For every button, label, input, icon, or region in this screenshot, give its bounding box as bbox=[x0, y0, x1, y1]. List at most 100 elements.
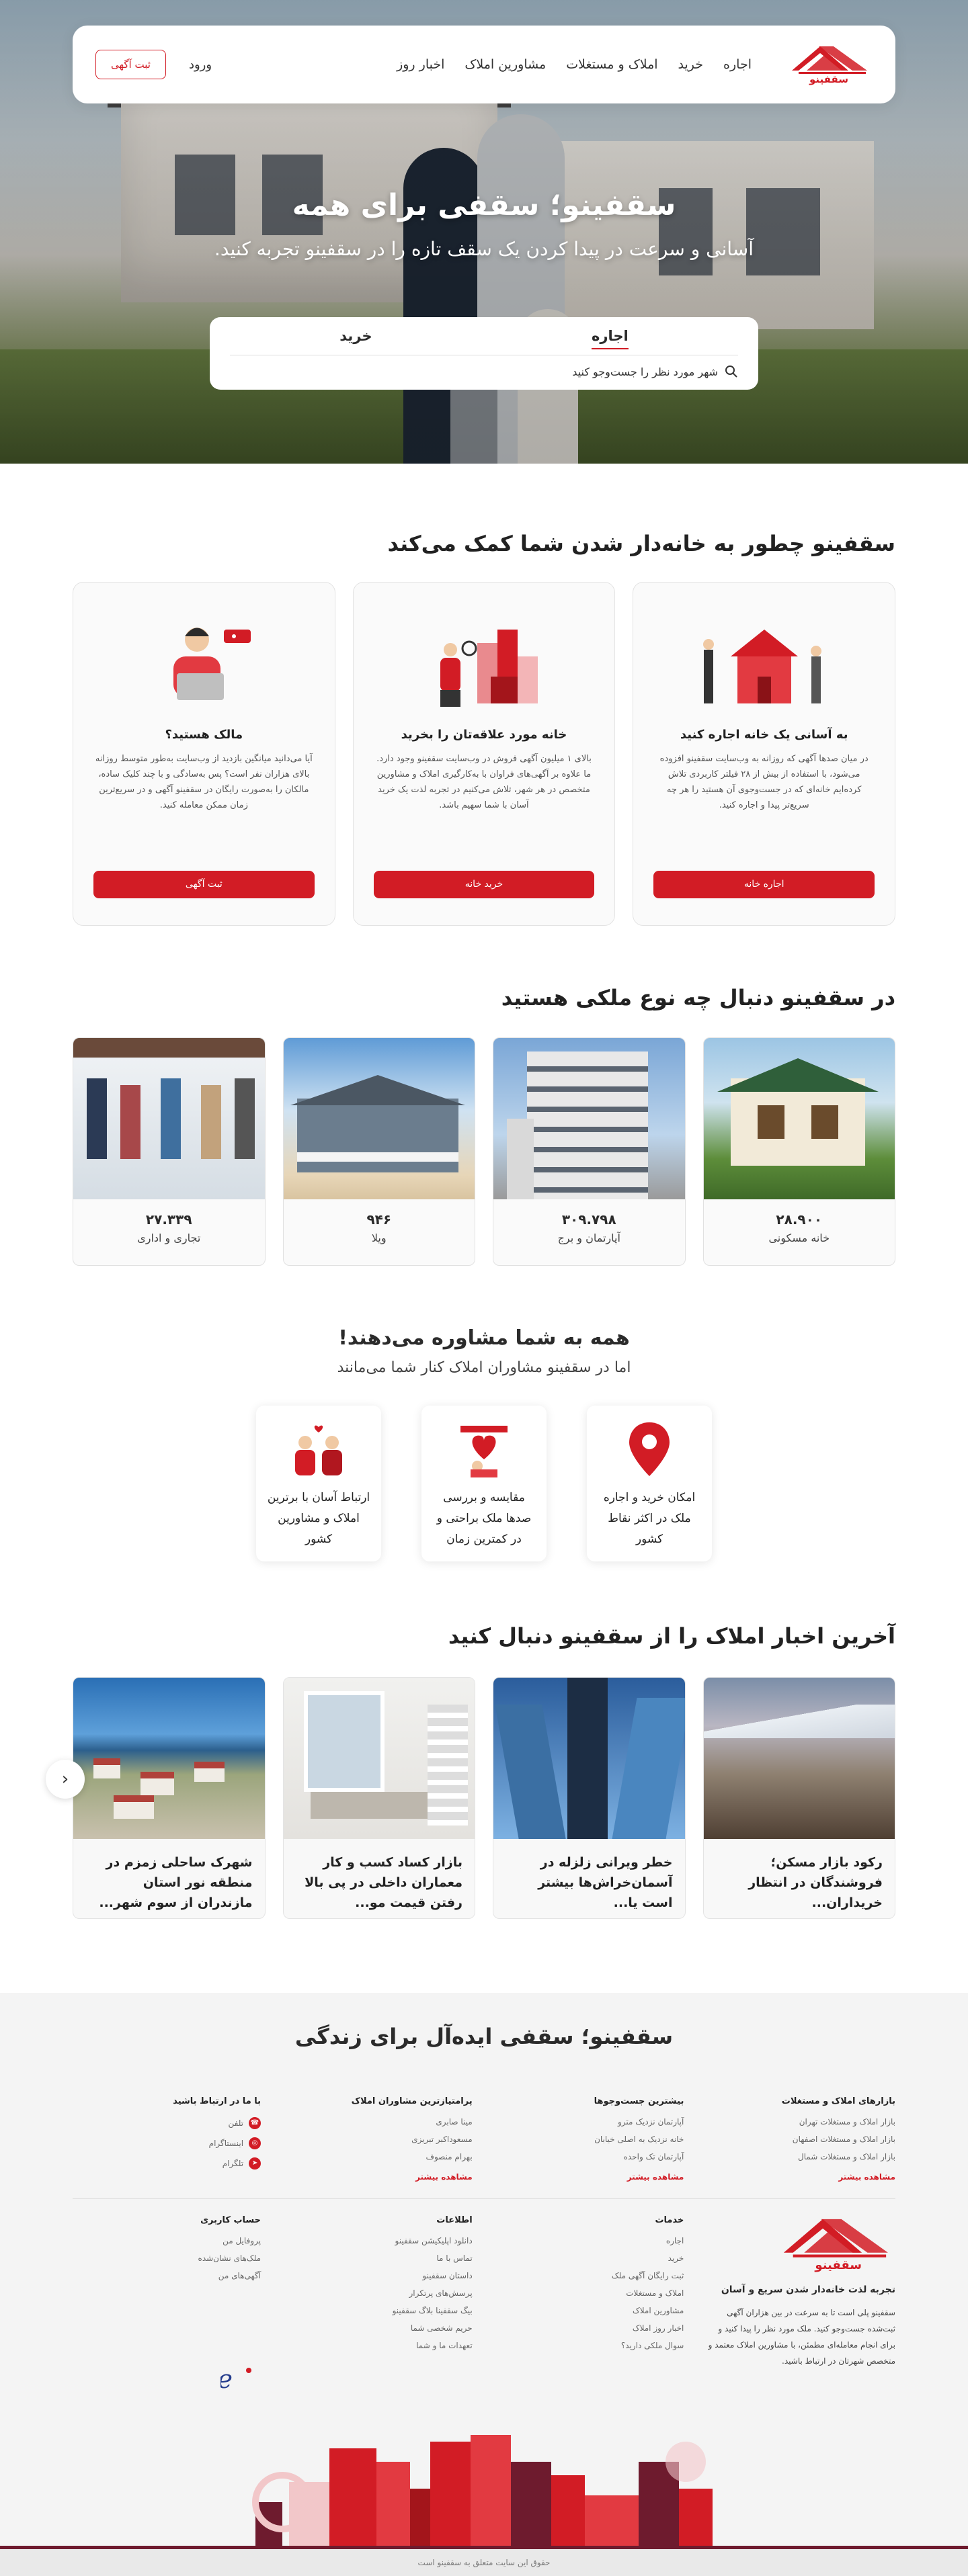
search-tab-buy[interactable]: خرید bbox=[339, 328, 372, 349]
news-card[interactable]: بازار کساد کسب و کار معماران داخلی در پی… bbox=[282, 1677, 475, 1919]
magnifier-illustration bbox=[417, 609, 551, 710]
help-card-title: خانه مورد علاقه‌تان را بخرید bbox=[401, 728, 567, 742]
type-label: خانه مسکونی bbox=[768, 1232, 830, 1244]
news-prev-button[interactable]: ‹ bbox=[46, 1760, 85, 1799]
post-ad-button[interactable]: ثبت آگهی bbox=[95, 50, 166, 79]
help-title: سقفینو چطور به خانه‌دار شدن شما کمک می‌ک… bbox=[387, 531, 895, 556]
footer-link[interactable]: مشاورین املاک bbox=[495, 2306, 684, 2315]
advice-card-text: مقایسه و بررسی صدها ملک براحتی و در کمتر… bbox=[436, 1491, 532, 1546]
footer-contact: با ما در ارتباط باشید ☎ تلفن ◎ اینستاگرام … bbox=[73, 2096, 261, 2182]
search-box: اجاره خرید شهر مورد نظر را جست‌وجو کنید bbox=[210, 317, 758, 390]
footer-link[interactable]: بازار املاک و مستغلات شمال bbox=[707, 2152, 895, 2161]
news-card-title: بازار کساد کسب و کار معماران داخلی در پی… bbox=[305, 1855, 462, 1910]
search-placeholder: شهر مورد نظر را جست‌وجو کنید bbox=[572, 365, 718, 378]
logo-roof-icon bbox=[783, 2219, 888, 2258]
news-card[interactable]: رکود بازار مسکن؛ فروشندگان در انتظار خری… bbox=[702, 1677, 895, 1919]
footer-col-title: حساب کاربری bbox=[200, 2215, 261, 2225]
see-more-link[interactable]: مشاهده بیشتر bbox=[627, 2172, 684, 2182]
footer-title: سقفینو؛ سقفی ایده‌آل برای زندگی bbox=[294, 2024, 674, 2049]
instagram-link[interactable]: ◎ اینستاگرام bbox=[73, 2137, 261, 2149]
telegram-link[interactable]: ➤ تلگرام bbox=[73, 2157, 261, 2170]
help-section: سقفینو چطور به خانه‌دار شدن شما کمک می‌ک… bbox=[72, 464, 895, 926]
laptop-man-illustration bbox=[136, 609, 271, 710]
footer-link[interactable]: اجاره bbox=[495, 2236, 684, 2245]
search-icon bbox=[725, 366, 737, 378]
post-ad-cta-button[interactable]: ثبت آگهی bbox=[93, 870, 315, 898]
type-label: تجاری و اداری bbox=[137, 1232, 201, 1244]
advice-card-text: امکان خرید و اجاره ملک در اکثر نقاط کشور bbox=[603, 1491, 696, 1546]
footer-link[interactable]: املاک و مستغلات bbox=[495, 2288, 684, 2298]
main-nav: اجاره خرید املاک و مستغلات مشاورین املاک… bbox=[397, 57, 752, 72]
property-types-section: در سقفینو دنبال چه نوع ملکی هستید ۲۸.۹۰۰… bbox=[73, 926, 895, 1266]
footer-link[interactable]: آپارتمان نزدیک مترو bbox=[495, 2117, 684, 2127]
brand-logo[interactable]: سقفینو bbox=[785, 44, 873, 85]
help-card-title: مالک هستید؟ bbox=[165, 728, 243, 742]
copyright: حقوق این سایت متعلق به سقفینو است bbox=[0, 2549, 968, 2576]
nav-agents[interactable]: مشاورین املاک bbox=[465, 57, 546, 72]
footer-link[interactable]: بهرام منصوف bbox=[284, 2152, 473, 2161]
compare-heart-icon bbox=[447, 1419, 521, 1479]
nav-real-estate[interactable]: املاک و مستغلات bbox=[566, 57, 657, 72]
footer-link[interactable]: اخبار روز املاک bbox=[495, 2323, 684, 2333]
footer-link[interactable]: بازار املاک و مستغلات اصفهان bbox=[707, 2135, 895, 2144]
type-card-residential[interactable]: ۲۸.۹۰۰ خانه مسکونی bbox=[702, 1037, 895, 1266]
telegram-icon: ➤ bbox=[249, 2157, 261, 2170]
help-card-rent: به آسانی یک خانه اجاره کنید در میان صدها… bbox=[633, 582, 895, 926]
footer-link[interactable]: بیگ سقفینا بلاگ سقفینو bbox=[284, 2306, 473, 2315]
footer-link[interactable]: آگهی‌های من bbox=[73, 2271, 261, 2280]
see-more-link[interactable]: مشاهده بیشتر bbox=[838, 2172, 895, 2182]
footer-link[interactable]: بازار املاک و مستغلات تهران bbox=[707, 2117, 895, 2127]
advice-card-text: ارتباط آسان با برترین املاک و مشاورین کش… bbox=[267, 1491, 370, 1546]
footer-link[interactable]: خرید bbox=[495, 2253, 684, 2263]
type-card-commercial[interactable]: ۲۷.۳۳۹ تجاری و اداری bbox=[73, 1037, 266, 1266]
footer-account: حساب کاربری پروفایل من ملک‌های نشان‌شده … bbox=[73, 2215, 261, 2401]
nav-rent[interactable]: اجاره bbox=[723, 57, 752, 72]
type-card-apartment[interactable]: ۳۰۹.۷۹۸ آپارتمان و برج bbox=[493, 1037, 686, 1266]
phone-link[interactable]: ☎ تلفن bbox=[73, 2117, 261, 2129]
type-card-villa[interactable]: ۹۴۶ ویلا bbox=[282, 1037, 475, 1266]
buy-home-button[interactable]: خرید خانه bbox=[373, 870, 595, 898]
footer-link[interactable]: حریم شخصی شما bbox=[284, 2323, 473, 2333]
see-more-link[interactable]: مشاهده بیشتر bbox=[415, 2172, 473, 2182]
footer-link[interactable]: دانلود اپلیکیشن سقفینو bbox=[284, 2236, 473, 2245]
footer-link[interactable]: مینا صابری bbox=[284, 2117, 472, 2127]
commercial-store-image bbox=[73, 1038, 265, 1199]
apartment-building-image bbox=[493, 1038, 685, 1199]
footer-col-title: بیشترین جست‌وجوها bbox=[594, 2096, 684, 2106]
search-tab-rent[interactable]: اجاره bbox=[592, 328, 629, 349]
enamad-badge-icon[interactable]: e bbox=[218, 2361, 261, 2401]
location-pin-icon bbox=[612, 1419, 686, 1479]
help-card-owner: مالک هستید؟ آیا می‌دانید میانگین بازدید … bbox=[72, 582, 335, 926]
footer-link[interactable]: تماس با ما bbox=[284, 2253, 472, 2263]
nav-news[interactable]: اخبار روز bbox=[397, 57, 444, 72]
news-card-title: خطر ویرانی زلزله در آسمان‌خراش‌ها بیشتر … bbox=[538, 1855, 673, 1910]
search-input[interactable]: شهر مورد نظر را جست‌وجو کنید bbox=[230, 365, 738, 378]
footer-link[interactable]: مسعوداکبر تبریزی bbox=[284, 2135, 473, 2144]
footer-link[interactable]: ثبت رایگان آگهی ملک bbox=[495, 2271, 684, 2280]
footer-col-title: خدمات bbox=[655, 2215, 684, 2225]
footer-about: سقفینو تجربه لذت خانه‌دار شدن سریع و آسا… bbox=[707, 2215, 895, 2401]
login-link[interactable]: ورود bbox=[189, 58, 212, 72]
search-tabs: اجاره خرید bbox=[230, 328, 738, 355]
footer-link[interactable]: پروفایل من bbox=[73, 2236, 261, 2245]
instagram-icon: ◎ bbox=[249, 2137, 261, 2149]
type-count: ۳۰۹.۷۹۸ bbox=[561, 1211, 616, 1228]
footer-link[interactable]: آپارتمان تک واحده bbox=[495, 2152, 684, 2161]
footer-link[interactable]: تعهدات ما و شما bbox=[284, 2341, 473, 2350]
footer-link[interactable]: خانه نزدیک به اصلی خیابان bbox=[495, 2135, 684, 2144]
news-card[interactable]: خطر ویرانی زلزله در آسمان‌خراش‌ها بیشتر … bbox=[493, 1677, 686, 1919]
rent-home-button[interactable]: اجاره خانه bbox=[653, 870, 875, 898]
footer-link[interactable]: داستان سقفینو bbox=[284, 2271, 472, 2280]
news-card-title: رکود بازار مسکن؛ فروشندگان در انتظار خری… bbox=[748, 1855, 883, 1910]
help-card-title: به آسانی یک خانه اجاره کنید bbox=[680, 728, 848, 742]
agents-people-icon bbox=[282, 1419, 356, 1479]
footer-link[interactable]: پرسش‌های پرتکرار bbox=[284, 2288, 473, 2298]
news-card[interactable]: شهرک ساحلی زمزم در منطقه نور استان مازند… bbox=[73, 1677, 266, 1919]
footer-col-title: بازارهای املاک و مستغلات bbox=[781, 2096, 895, 2106]
footer-link[interactable]: سوال ملکی دارید؟ bbox=[495, 2341, 684, 2350]
footer-about-text: سقفینو پلی است تا به سرعت در بین هزاران … bbox=[708, 2308, 895, 2366]
footer-link[interactable]: ملک‌های نشان‌شده bbox=[73, 2253, 261, 2263]
nav-buy[interactable]: خرید bbox=[678, 57, 704, 72]
hero: سقفینو اجاره خرید املاک و مستغلات مشاوری… bbox=[0, 0, 968, 464]
house-illustration bbox=[697, 609, 832, 710]
